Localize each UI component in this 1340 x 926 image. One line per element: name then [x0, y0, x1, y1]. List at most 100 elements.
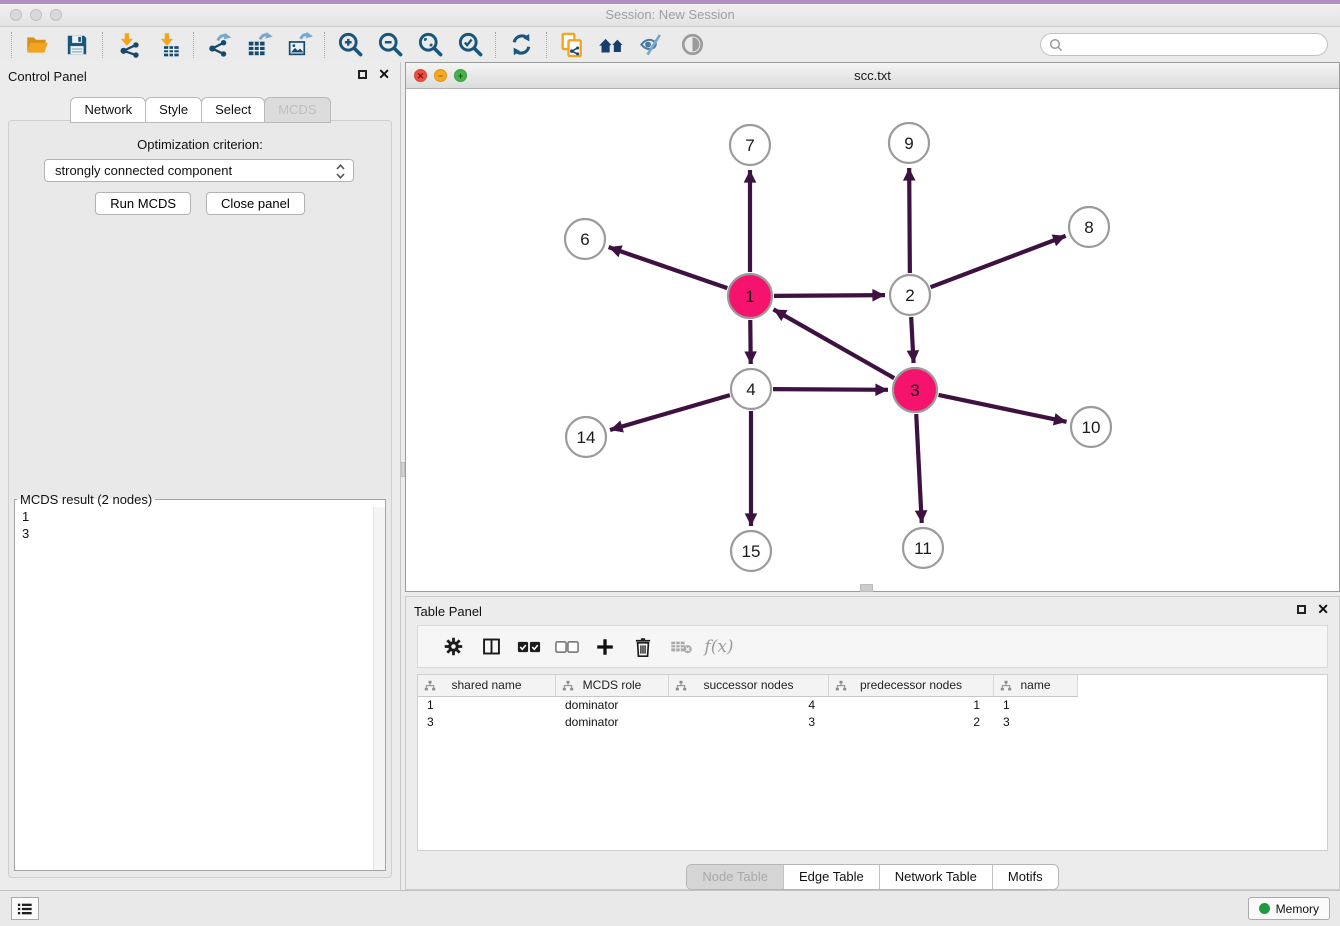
zoom-selected-button[interactable] [450, 30, 490, 60]
table-cell[interactable]: 1 [994, 697, 1078, 714]
table-cell[interactable]: 3 [994, 714, 1078, 731]
graph-node-7[interactable]: 7 [730, 125, 770, 165]
export-network-button[interactable] [199, 30, 239, 60]
table-cell[interactable]: dominator [556, 697, 669, 714]
search-input[interactable] [1063, 36, 1327, 54]
table-row[interactable]: 3dominator323 [418, 714, 1327, 731]
zoom-window-button[interactable] [50, 9, 62, 21]
table-cell[interactable]: 2 [829, 714, 994, 731]
mcds-result-text: 13 [15, 507, 385, 542]
graph-edge-3-10[interactable] [938, 395, 1066, 422]
table-cell[interactable]: 1 [418, 697, 556, 714]
network-close-button[interactable]: ✕ [414, 69, 427, 82]
graph-node-15[interactable]: 15 [731, 531, 771, 571]
zoom-out-button[interactable] [370, 30, 410, 60]
horizontal-splitter-handle[interactable] [860, 584, 873, 592]
graph-node-8[interactable]: 8 [1069, 207, 1109, 247]
tab-network[interactable]: Network [70, 97, 146, 123]
duplicate-network-button[interactable] [552, 30, 592, 60]
graph-edge-1-6[interactable] [609, 247, 728, 288]
table-cell[interactable]: 4 [669, 697, 829, 714]
table-body: 1dominator4113dominator323 [418, 697, 1327, 731]
neighbors-button[interactable] [592, 30, 632, 60]
close-panel-icon[interactable]: ✕ [378, 69, 390, 79]
show-columns-button[interactable] [472, 636, 510, 657]
close-panel-button[interactable]: Close panel [206, 192, 305, 215]
table-row[interactable]: 1dominator411 [418, 697, 1327, 714]
node-table[interactable]: shared nameMCDS rolesuccessor nodesprede… [417, 674, 1328, 851]
import-network-button[interactable] [108, 30, 148, 60]
show-all-button[interactable] [672, 30, 712, 60]
network-window-titlebar[interactable]: ✕ − + scc.txt [406, 63, 1339, 89]
open-session-button[interactable] [17, 30, 57, 60]
refresh-layout-button[interactable] [501, 30, 541, 60]
import-table-button[interactable] [148, 30, 188, 60]
table-mode-button[interactable] [434, 636, 472, 657]
table-cell[interactable]: dominator [556, 714, 669, 731]
column-header-MCDS-role[interactable]: MCDS role [556, 675, 669, 697]
graph-edge-2-9[interactable] [909, 168, 910, 273]
control-panel-tabs: NetworkStyleSelectMCDS [0, 97, 400, 123]
tab-motifs[interactable]: Motifs [993, 865, 1058, 889]
graph-edge-1-2[interactable] [774, 295, 885, 296]
column-header-name[interactable]: name [994, 675, 1078, 697]
graph-edge-3-11[interactable] [916, 414, 922, 523]
tab-network-table[interactable]: Network Table [880, 865, 993, 889]
export-table-button[interactable] [239, 30, 279, 60]
graph-edge-4-3[interactable] [773, 389, 888, 390]
table-cell[interactable]: 3 [669, 714, 829, 731]
graph-node-3[interactable]: 3 [893, 368, 937, 412]
zoom-fit-button[interactable] [410, 30, 450, 60]
tab-node-table[interactable]: Node Table [687, 865, 784, 889]
tab-edge-table[interactable]: Edge Table [784, 865, 880, 889]
table-cell[interactable]: 1 [829, 697, 994, 714]
close-panel-icon[interactable]: ✕ [1317, 604, 1329, 614]
select-all-button[interactable] [510, 639, 548, 655]
result-scrollbar[interactable] [373, 507, 385, 870]
table-panel-header: Table Panel ✕ [406, 597, 1339, 623]
run-mcds-button[interactable]: Run MCDS [95, 192, 191, 215]
close-window-button[interactable] [10, 9, 22, 21]
network-minimize-button[interactable]: − [434, 69, 447, 82]
graph-node-4[interactable]: 4 [731, 369, 771, 409]
column-header-shared-name[interactable]: shared name [418, 675, 556, 697]
float-panel-icon[interactable] [358, 70, 367, 79]
zoom-in-button[interactable] [330, 30, 370, 60]
column-header-predecessor-nodes[interactable]: predecessor nodes [829, 675, 994, 697]
import-network-icon [115, 31, 142, 58]
float-panel-icon[interactable] [1297, 605, 1306, 614]
graph-node-14[interactable]: 14 [566, 417, 606, 457]
tab-style[interactable]: Style [145, 97, 202, 123]
table-cell[interactable]: 3 [418, 714, 556, 731]
search-field[interactable] [1040, 33, 1328, 56]
minimize-window-button[interactable] [30, 9, 42, 21]
create-column-button[interactable] [586, 636, 624, 658]
graph-edge-2-8[interactable] [931, 236, 1066, 287]
network-canvas[interactable]: 7 9 6 8 1 2 4 3 14 10 15 11 [406, 89, 1339, 591]
deselect-all-button[interactable] [548, 639, 586, 655]
graph-node-1[interactable]: 1 [728, 274, 772, 318]
memory-button[interactable]: Memory [1248, 897, 1330, 920]
hide-selected-button[interactable] [632, 30, 672, 60]
graph-node-2[interactable]: 2 [890, 275, 930, 315]
graph-node-11[interactable]: 11 [903, 528, 943, 568]
task-history-button[interactable] [11, 897, 39, 920]
tab-select[interactable]: Select [201, 97, 265, 123]
table-tabs: Node TableEdge TableNetwork TableMotifs [406, 864, 1339, 890]
delete-columns-button[interactable] [624, 636, 662, 658]
graph-edge-4-14[interactable] [610, 395, 730, 430]
column-header-successor-nodes[interactable]: successor nodes [669, 675, 829, 697]
graph-edge-2-3[interactable] [911, 317, 913, 363]
graph-node-10[interactable]: 10 [1071, 407, 1111, 447]
network-maximize-button[interactable]: + [454, 69, 467, 82]
toolbar-separator [193, 32, 194, 58]
save-session-button[interactable] [57, 30, 97, 60]
graph-edge-3-1[interactable] [773, 309, 894, 378]
graph-node-9[interactable]: 9 [889, 123, 929, 163]
tab-mcds[interactable]: MCDS [264, 97, 330, 123]
control-panel-title: Control Panel [0, 62, 400, 84]
network-graph[interactable]: 7 9 6 8 1 2 4 3 14 10 15 11 [406, 89, 1339, 591]
graph-node-6[interactable]: 6 [565, 219, 605, 259]
criterion-select[interactable]: strongly connected component [44, 159, 354, 182]
export-image-button[interactable] [279, 30, 319, 60]
